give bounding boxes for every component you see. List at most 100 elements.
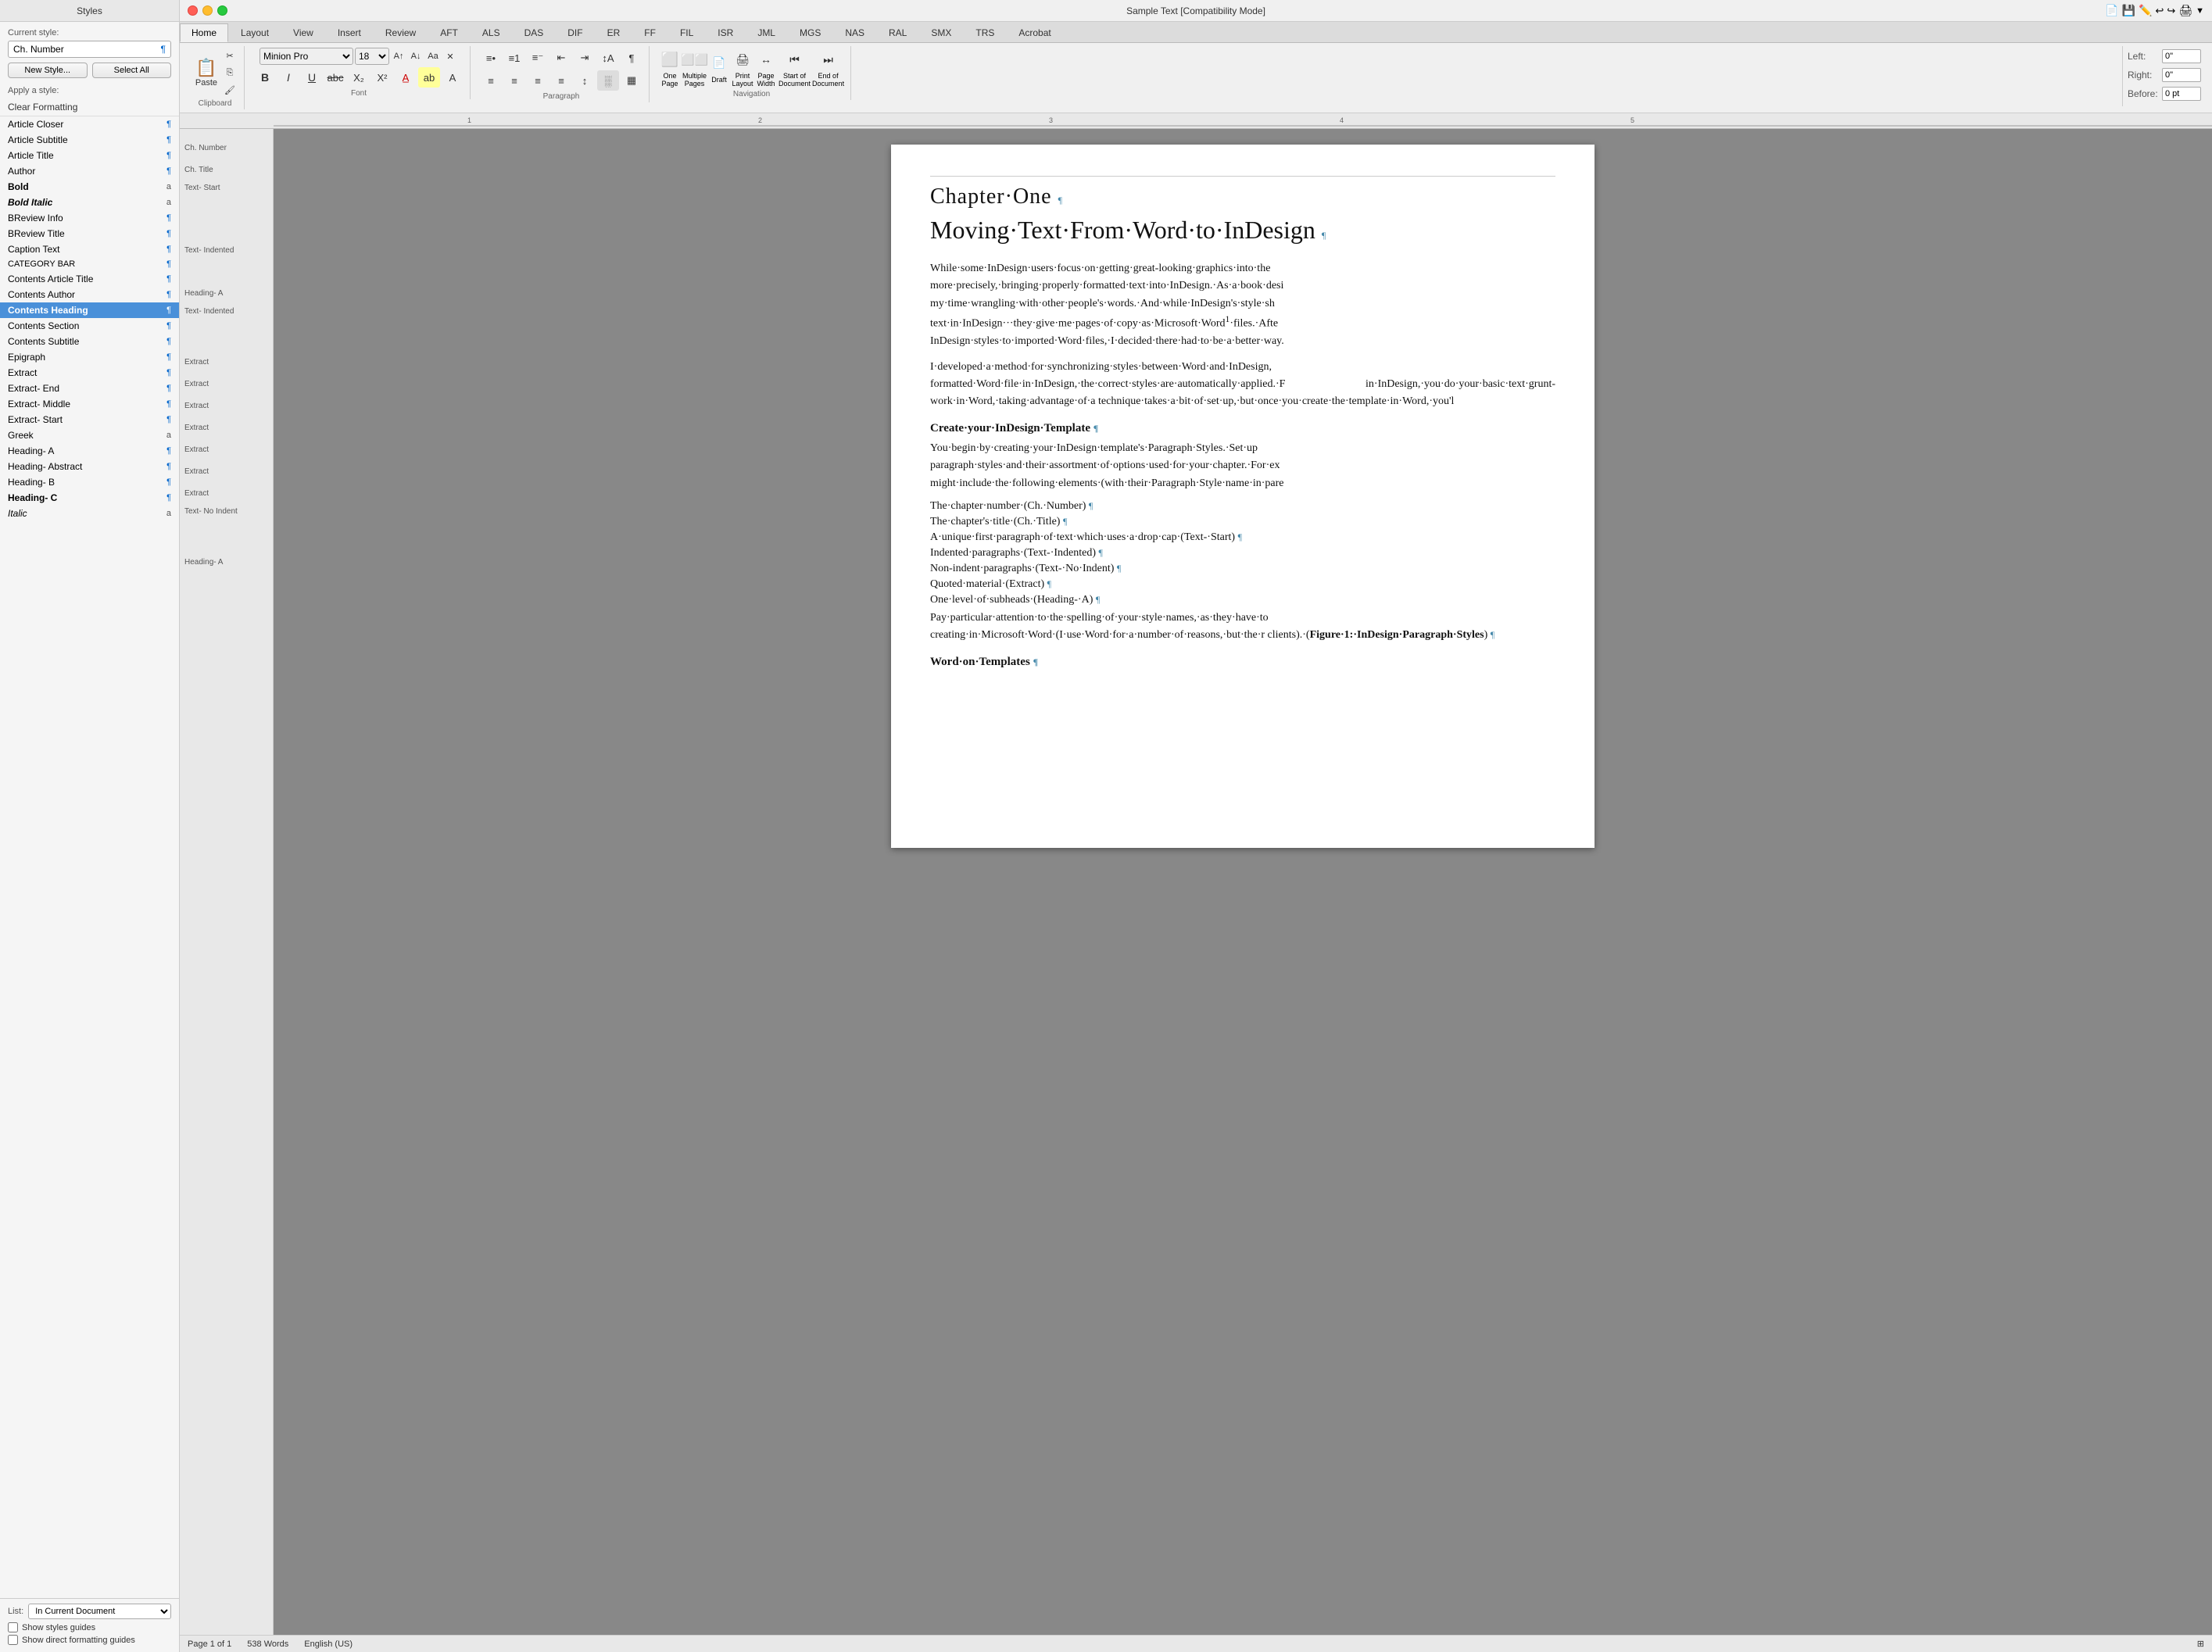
left-indent-input[interactable]: [2162, 49, 2201, 63]
minimize-button[interactable]: [202, 5, 213, 16]
page-width-button[interactable]: ↔: [755, 48, 777, 71]
sort-button[interactable]: ↕A: [597, 48, 619, 68]
decrease-indent-button[interactable]: ⇤: [550, 48, 572, 68]
paste-button[interactable]: 📋 Paste: [192, 55, 220, 90]
text-color-button[interactable]: A: [442, 67, 464, 88]
tab-als[interactable]: ALS: [471, 23, 512, 42]
style-item-italic[interactable]: Italic a: [0, 506, 179, 521]
subscript-button[interactable]: X₂: [348, 67, 370, 88]
tab-das[interactable]: DAS: [513, 23, 556, 42]
style-item-extract-end[interactable]: Extract- End ¶: [0, 381, 179, 396]
style-item-contents-section[interactable]: Contents Section ¶: [0, 318, 179, 334]
print-icon[interactable]: 🖨: [2178, 4, 2192, 17]
grow-font-button[interactable]: A↑: [391, 48, 406, 64]
edit-icon[interactable]: ✏️: [2139, 4, 2152, 17]
tab-isr[interactable]: ISR: [706, 23, 745, 42]
style-item-contents-subtitle[interactable]: Contents Subtitle ¶: [0, 334, 179, 349]
justify-button[interactable]: ≡: [550, 70, 572, 91]
style-item-heading-a[interactable]: Heading- A ¶: [0, 443, 179, 459]
style-item-extract-start[interactable]: Extract- Start ¶: [0, 412, 179, 427]
tab-aft[interactable]: AFT: [428, 23, 470, 42]
style-item-epigraph[interactable]: Epigraph ¶: [0, 349, 179, 365]
style-item-article-subtitle[interactable]: Article Subtitle ¶: [0, 132, 179, 148]
superscript-button[interactable]: X²: [371, 67, 393, 88]
page-container[interactable]: Chapter·One ¶ Moving·Text·From·Word·to·I…: [274, 129, 2212, 1635]
before-spacing-input[interactable]: [2162, 87, 2201, 101]
tab-smx[interactable]: SMX: [919, 23, 963, 42]
tab-view[interactable]: View: [281, 23, 325, 42]
tab-dif[interactable]: DIF: [556, 23, 594, 42]
tab-fil[interactable]: FIL: [668, 23, 705, 42]
shading-button[interactable]: ░: [597, 70, 619, 91]
highlight-button[interactable]: ab: [418, 67, 440, 88]
font-size-select[interactable]: 18: [355, 48, 389, 65]
copy-button[interactable]: ⎘: [222, 65, 238, 80]
end-of-document-button[interactable]: ⏭: [818, 48, 839, 71]
list-select[interactable]: In Current Document: [28, 1604, 171, 1619]
right-indent-input[interactable]: [2162, 68, 2201, 82]
style-item-greek[interactable]: Greek a: [0, 427, 179, 443]
style-item-article-title[interactable]: Article Title ¶: [0, 148, 179, 163]
increase-indent-button[interactable]: ⇥: [574, 48, 596, 68]
style-item-category-bar[interactable]: CATEGORY BAR ¶: [0, 257, 179, 271]
tab-er[interactable]: ER: [596, 23, 632, 42]
style-item-heading-abstract[interactable]: Heading- Abstract ¶: [0, 459, 179, 474]
numbering-button[interactable]: ≡1: [503, 48, 525, 68]
multiple-pages-button[interactable]: ⬜⬜: [684, 48, 706, 71]
style-item-breview-title[interactable]: BReview Title ¶: [0, 226, 179, 241]
style-item-author[interactable]: Author ¶: [0, 163, 179, 179]
font-family-select[interactable]: Minion Pro: [259, 48, 353, 65]
change-case-button[interactable]: Aa: [425, 48, 441, 64]
new-style-button[interactable]: New Style...: [8, 63, 88, 78]
show-formatting-button[interactable]: ¶: [621, 48, 642, 68]
style-item-caption-text[interactable]: Caption Text ¶: [0, 241, 179, 257]
font-color-button[interactable]: A̲: [395, 67, 417, 88]
align-left-button[interactable]: ≡: [480, 70, 502, 91]
show-styles-guides-checkbox[interactable]: [8, 1622, 18, 1632]
tab-ff[interactable]: FF: [632, 23, 668, 42]
style-item-breview-info[interactable]: BReview Info ¶: [0, 210, 179, 226]
align-center-button[interactable]: ≡: [503, 70, 525, 91]
style-item-heading-c[interactable]: Heading- C ¶: [0, 490, 179, 506]
borders-button[interactable]: ▦: [621, 70, 642, 91]
style-item-extract-middle[interactable]: Extract- Middle ¶: [0, 396, 179, 412]
save-icon[interactable]: 💾: [2122, 4, 2135, 17]
layout-icon[interactable]: ⊞: [2197, 1639, 2204, 1649]
style-item-bold-italic[interactable]: Bold Italic a: [0, 195, 179, 210]
one-page-button[interactable]: ⬜: [659, 48, 681, 71]
tab-jml[interactable]: JML: [746, 23, 787, 42]
tab-acrobat[interactable]: Acrobat: [1007, 23, 1062, 42]
strikethrough-button[interactable]: abc: [324, 67, 346, 88]
tab-home[interactable]: Home: [180, 23, 228, 42]
maximize-button[interactable]: [217, 5, 227, 16]
bullets-button[interactable]: ≡•: [480, 48, 502, 68]
undo-icon[interactable]: ↩: [2156, 5, 2164, 17]
tab-ral[interactable]: RAL: [877, 23, 918, 42]
line-spacing-button[interactable]: ↕: [574, 70, 596, 91]
tab-trs[interactable]: TRS: [964, 23, 1006, 42]
format-painter-button[interactable]: 🖌: [222, 82, 238, 98]
multilevel-button[interactable]: ≡⁻: [527, 48, 549, 68]
draft-button[interactable]: 📄: [708, 52, 730, 75]
redo-icon[interactable]: ↪: [2167, 5, 2175, 17]
select-all-button[interactable]: Select All: [92, 63, 172, 78]
tab-layout[interactable]: Layout: [229, 23, 281, 42]
style-item-contents-heading[interactable]: Contents Heading ¶: [0, 302, 179, 318]
bold-button[interactable]: B: [254, 67, 276, 88]
start-of-document-button[interactable]: ⏮: [784, 48, 806, 71]
italic-button[interactable]: I: [277, 67, 299, 88]
style-item-bold[interactable]: Bold a: [0, 179, 179, 195]
style-item-contents-author[interactable]: Contents Author ¶: [0, 287, 179, 302]
align-right-button[interactable]: ≡: [527, 70, 549, 91]
print-layout-button[interactable]: 🖨: [732, 48, 753, 71]
style-item-extract[interactable]: Extract ¶: [0, 365, 179, 381]
doc-icon[interactable]: 📄: [2105, 4, 2118, 17]
clear-formatting-item[interactable]: Clear Formatting: [0, 98, 179, 116]
style-item-heading-b[interactable]: Heading- B ¶: [0, 474, 179, 490]
style-item-contents-article-title[interactable]: Contents Article Title ¶: [0, 271, 179, 287]
shrink-font-button[interactable]: A↓: [408, 48, 424, 64]
tab-insert[interactable]: Insert: [326, 23, 373, 42]
style-item-article-closer[interactable]: Article Closer ¶: [0, 116, 179, 132]
close-button[interactable]: [188, 5, 198, 16]
tab-nas[interactable]: NAS: [833, 23, 876, 42]
